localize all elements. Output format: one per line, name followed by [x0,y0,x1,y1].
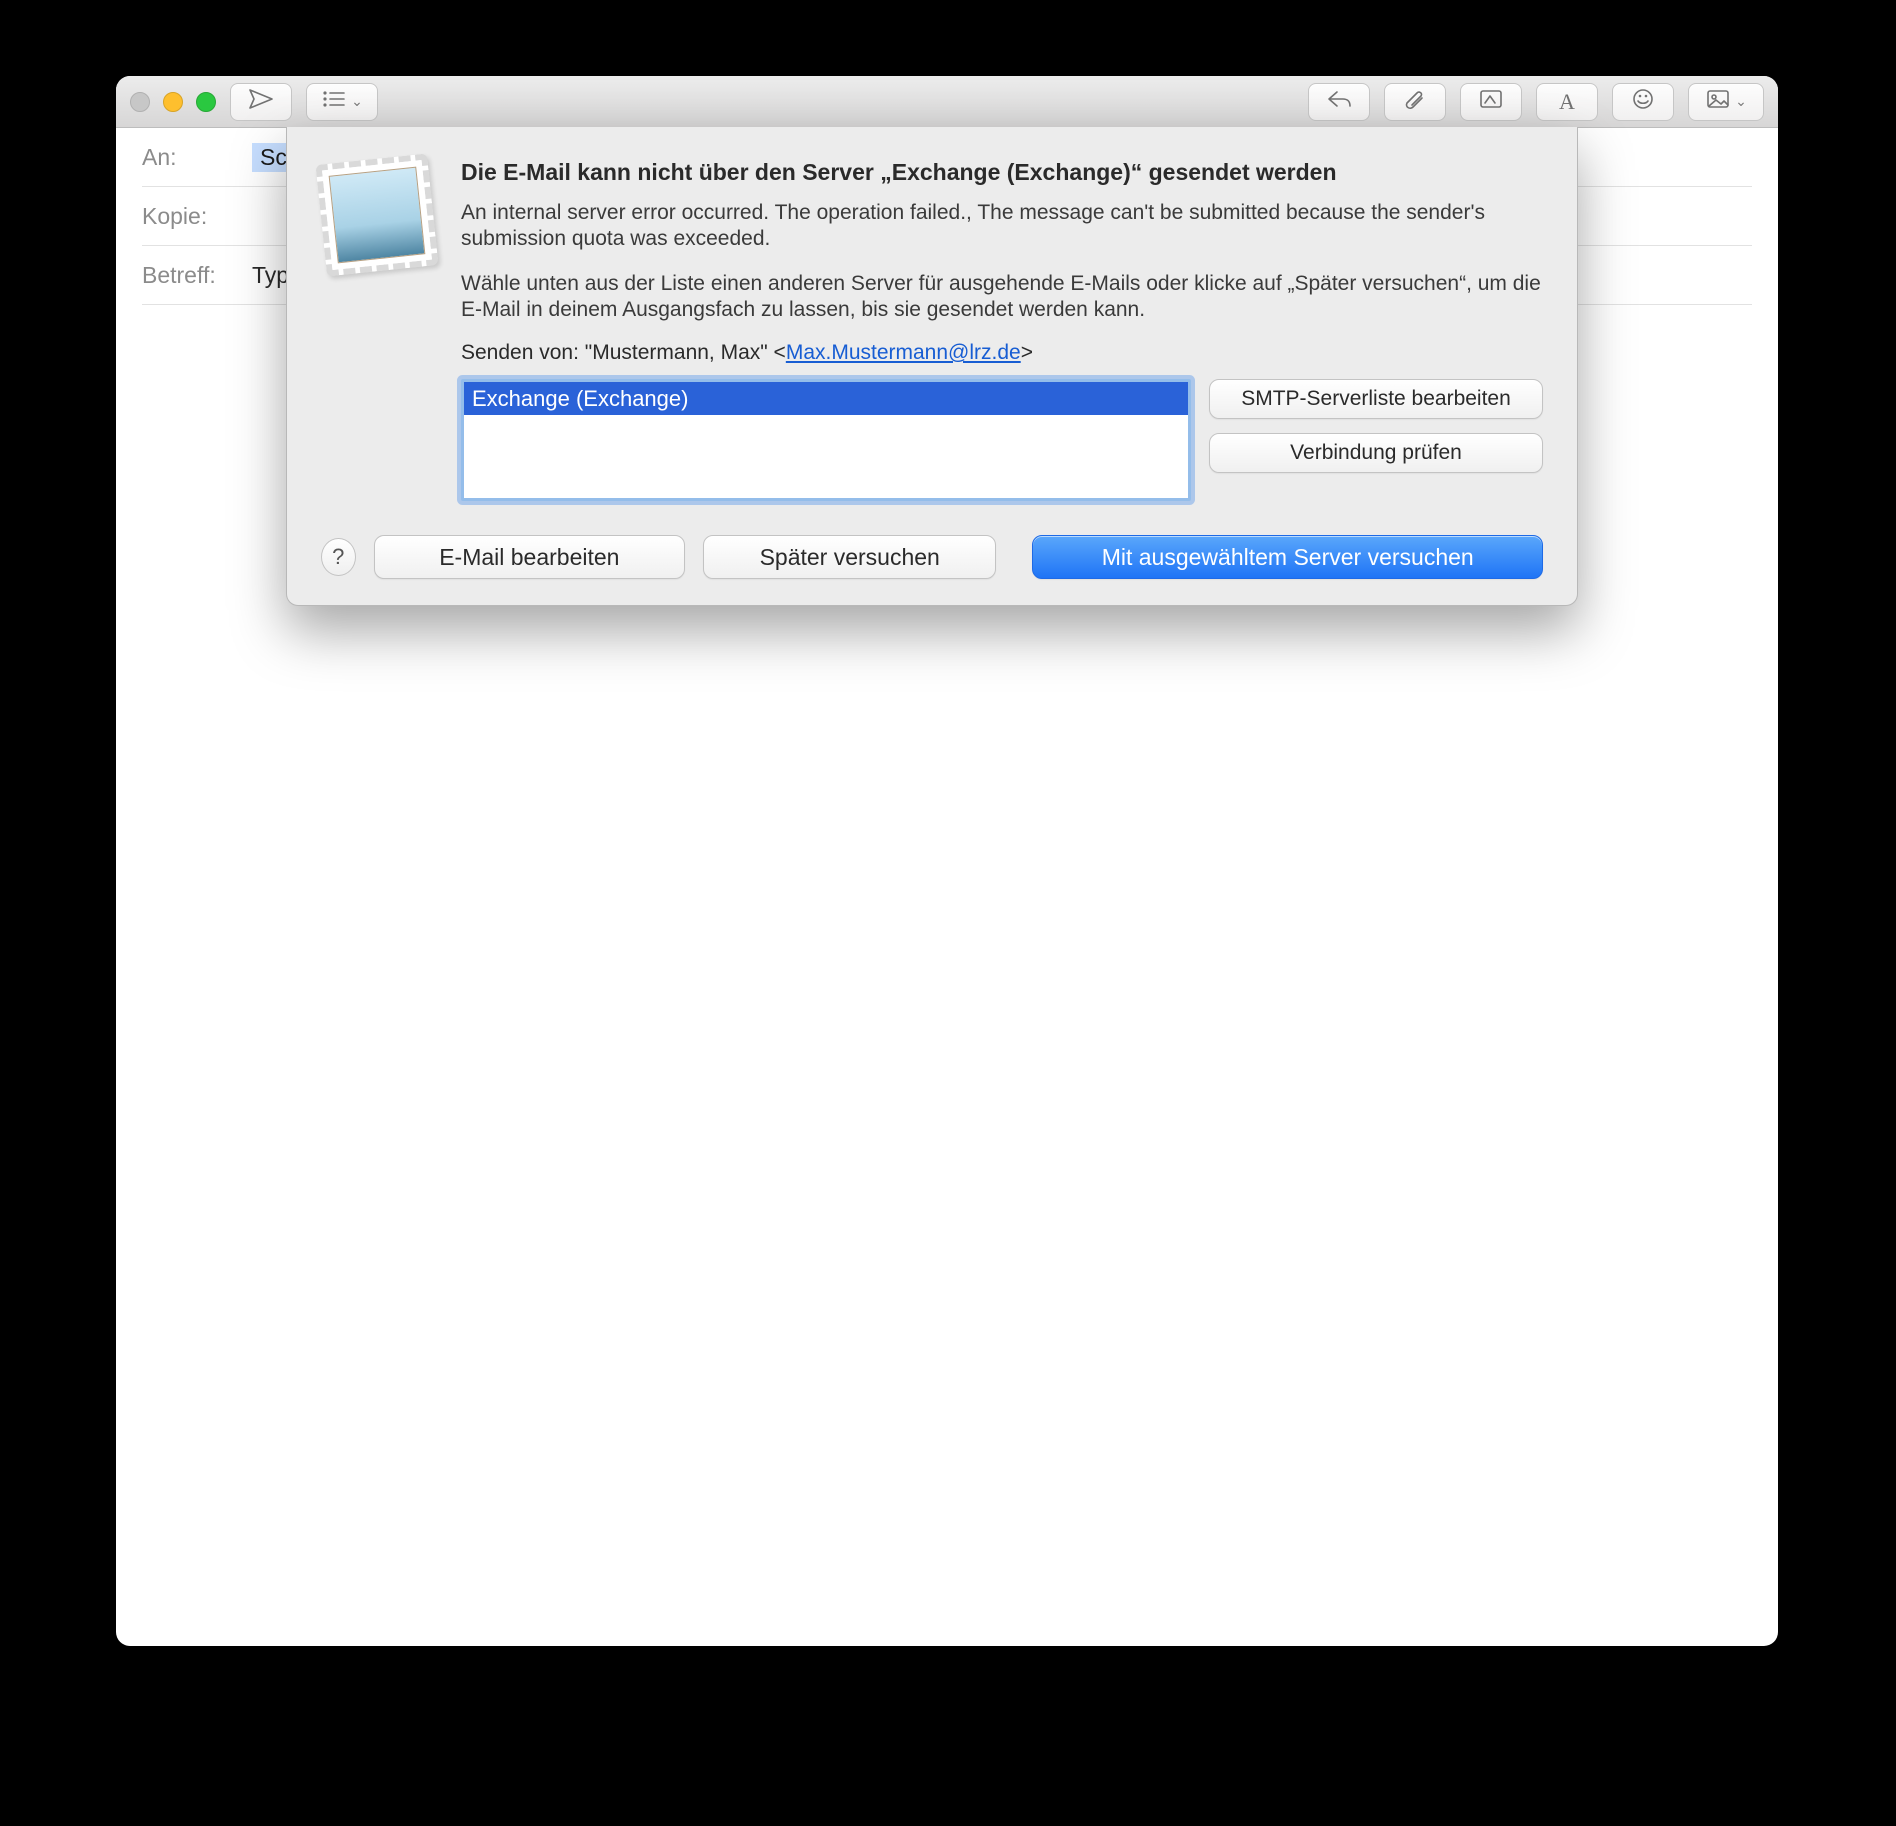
edit-smtp-list-button[interactable]: SMTP-Serverliste bearbeiten [1209,379,1543,419]
send-error-sheet: Die E-Mail kann nicht über den Server „E… [286,127,1578,606]
window-controls [130,92,216,112]
markup-icon [1478,88,1504,116]
to-label: An: [142,144,252,171]
emoji-icon [1630,88,1656,116]
mail-app-icon [321,159,433,271]
send-from-line: Senden von: "Mustermann, Max" <Max.Muste… [461,341,1543,365]
check-connection-button[interactable]: Verbindung prüfen [1209,433,1543,473]
sheet-instruction-text: Wähle unten aus der Liste einen anderen … [461,271,1543,324]
subject-label: Betreff: [142,262,252,289]
paperclip-icon [1402,88,1428,116]
server-list-item[interactable]: Exchange (Exchange) [464,382,1188,415]
font-icon: A [1559,89,1575,115]
send-from-suffix: > [1021,341,1033,364]
insert-media-dropdown[interactable]: ⌄ [1688,83,1764,121]
emoji-button[interactable] [1612,83,1674,121]
send-button[interactable] [230,83,292,121]
attach-button[interactable] [1384,83,1446,121]
minimize-window-button[interactable] [163,92,183,112]
format-button[interactable]: A [1536,83,1598,121]
help-button[interactable]: ? [321,538,356,576]
header-fields-dropdown[interactable]: ⌄ [306,83,378,121]
send-from-prefix: Senden von: "Mustermann, Max" < [461,341,786,364]
titlebar: ⌄ A ⌄ [116,76,1778,128]
try-later-button[interactable]: Später versuchen [703,535,996,579]
chevron-down-icon: ⌄ [1735,93,1747,110]
reply-icon [1326,88,1352,116]
mail-compose-window: ⌄ A ⌄ [116,76,1778,1646]
edit-mail-button[interactable]: E-Mail bearbeiten [374,535,685,579]
try-selected-server-button[interactable]: Mit ausgewähltem Server versuchen [1032,535,1543,579]
sheet-error-text: An internal server error occurred. The o… [461,200,1543,253]
send-icon [248,88,274,116]
photo-icon [1705,88,1731,116]
list-icon [321,88,347,116]
close-window-button[interactable] [130,92,150,112]
cc-label: Kopie: [142,203,252,230]
reply-button[interactable] [1308,83,1370,121]
send-from-email-link[interactable]: Max.Mustermann@lrz.de [786,341,1021,364]
chevron-down-icon: ⌄ [351,93,363,110]
outgoing-server-list[interactable]: Exchange (Exchange) [461,379,1191,501]
sheet-title: Die E-Mail kann nicht über den Server „E… [461,159,1543,186]
markup-button[interactable] [1460,83,1522,121]
maximize-window-button[interactable] [196,92,216,112]
